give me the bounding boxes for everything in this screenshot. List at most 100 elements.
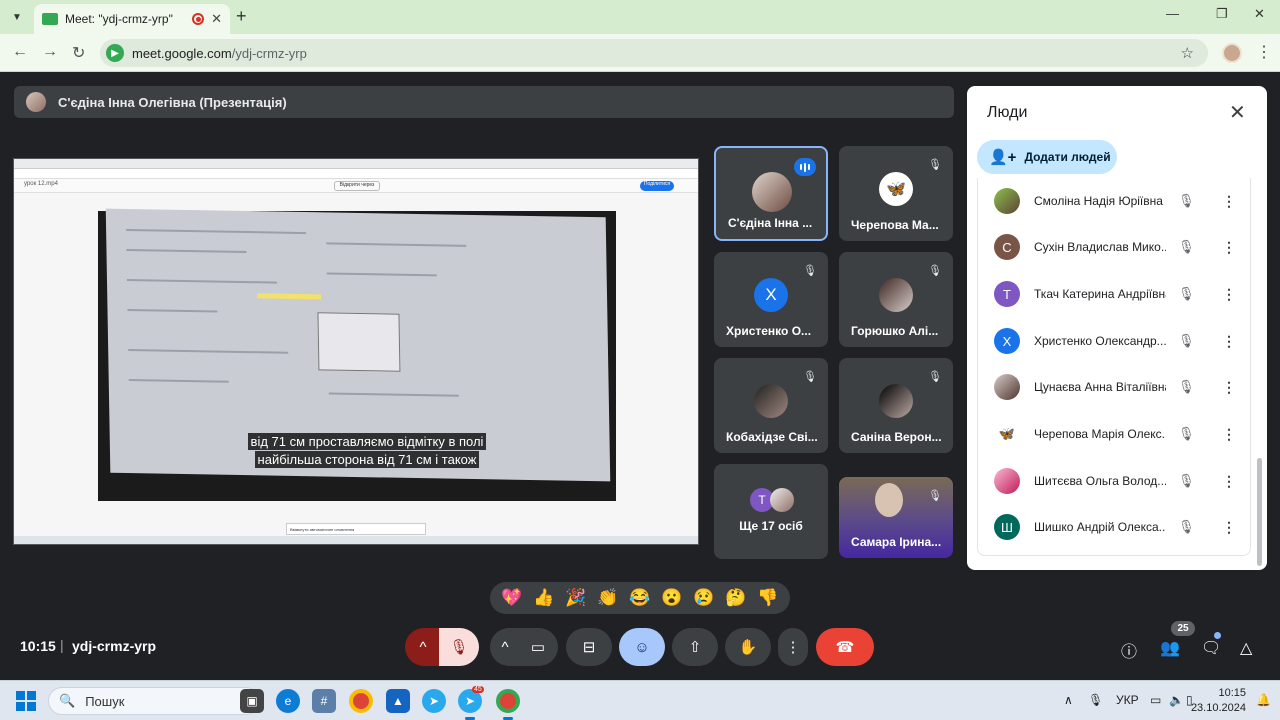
list-item[interactable]: С Сухін Владислав Мико... 🎙 ⋮: [978, 224, 1252, 270]
person-avatar: Т: [994, 281, 1020, 307]
shared-notice: Ввімкнути автоматичне оновлення: [286, 523, 426, 535]
participant-name: Кобахідзе Сві...: [726, 430, 818, 444]
window-close-icon[interactable]: ✕: [1254, 6, 1265, 22]
participant-tile[interactable]: 🎙 Кобахідзе Сві...: [714, 358, 828, 453]
person-name: Сухін Владислав Мико...: [1034, 240, 1166, 254]
more-options-icon[interactable]: ⋮: [1222, 193, 1236, 210]
language-indicator[interactable]: УКР: [1116, 693, 1139, 707]
shared-viewer-toolbar: урок 12.mp4 Відкрити через Поділитися: [14, 179, 698, 193]
telegram-badge: 45: [472, 686, 484, 693]
people-list-scrollbar[interactable]: [1257, 458, 1262, 566]
more-options-icon[interactable]: ⋮: [1222, 286, 1236, 303]
hang-up-icon: ☎: [835, 639, 855, 656]
presenter-bar: С'єдіна Інна Олегівна (Презентація): [14, 86, 954, 118]
list-item[interactable]: Ш Шишко Андрій Олекса... 🎙 ⋮: [978, 504, 1252, 550]
participant-tile[interactable]: С'єдіна Інна ...: [714, 146, 828, 241]
more-options-icon[interactable]: ⋮: [1222, 426, 1236, 443]
more-participants-tile[interactable]: Т Ще 17 осіб: [714, 464, 828, 559]
reaction-surprised-button[interactable]: 😮: [661, 588, 682, 608]
people-icon[interactable]: 👥: [1160, 638, 1180, 658]
forward-icon[interactable]: →: [42, 43, 58, 61]
reaction-thinking-button[interactable]: 🤔: [725, 588, 746, 608]
present-screen-button[interactable]: ⇧: [672, 628, 718, 666]
video-options-button[interactable]: ^: [490, 628, 520, 666]
minimize-icon[interactable]: —: [1166, 6, 1179, 21]
more-options-icon[interactable]: ⋮: [1222, 379, 1236, 396]
edge-icon[interactable]: e: [276, 689, 300, 713]
windows-start-icon[interactable]: [16, 691, 36, 711]
participant-tile[interactable]: 🎙 Горюшко Алі...: [839, 252, 953, 347]
site-info-icon[interactable]: ▶: [106, 44, 124, 62]
people-panel: Люди ✕ 👤+ Додати людей Смоліна Надія Юрі…: [967, 86, 1267, 570]
camera-icon: ▭: [530, 639, 546, 656]
tray-chevron-icon[interactable]: ∧: [1064, 693, 1073, 707]
task-view-icon[interactable]: ▣: [240, 689, 264, 713]
camera-toggle-button[interactable]: ▭: [518, 628, 558, 666]
list-item[interactable]: Шитєєва Ольга Волод... 🎙 ⋮: [978, 458, 1252, 504]
participant-tile[interactable]: 🎙 Саніна Верон...: [839, 358, 953, 453]
reload-icon[interactable]: ↻: [72, 43, 85, 63]
captions-button[interactable]: ⊟: [566, 628, 612, 666]
reaction-thumbs-down-button[interactable]: 👎: [757, 588, 778, 608]
mic-off-icon: 🎙: [1178, 519, 1195, 534]
tab-close-icon[interactable]: ✕: [211, 11, 222, 27]
more-vert-icon: ⋮: [785, 639, 801, 656]
list-item[interactable]: Х Христенко Олександр... 🎙 ⋮: [978, 318, 1252, 364]
leave-call-button[interactable]: ☎: [816, 628, 874, 666]
captions-icon: ⊟: [582, 639, 596, 656]
more-options-icon[interactable]: ⋮: [1222, 239, 1236, 256]
chrome-icon[interactable]: [349, 689, 373, 713]
list-item[interactable]: Цунаєва Анна Віталіївна 🎙 ⋮: [978, 364, 1252, 410]
close-panel-icon[interactable]: ✕: [1229, 100, 1246, 125]
participant-name: Христенко О...: [726, 324, 812, 338]
network-icon[interactable]: ▭: [1150, 693, 1161, 707]
person-name: Христенко Олександр...: [1034, 334, 1166, 348]
bookmark-star-icon[interactable]: ☆: [1181, 44, 1194, 62]
more-options-icon[interactable]: ⋮: [1222, 519, 1236, 536]
participant-tile[interactable]: 🦋 🎙 Черепова Ма...: [839, 146, 953, 241]
mic-off-icon: 🎙: [803, 264, 817, 277]
chrome-menu-icon[interactable]: ⋮: [1256, 42, 1272, 62]
caption-line-1: від 71 см проставляємо відмітку в полі: [247, 433, 487, 450]
calculator-icon[interactable]: #: [312, 689, 336, 713]
notifications-icon[interactable]: 🔔: [1256, 693, 1271, 707]
list-item[interactable]: Смоліна Надія Юріївна 🎙 ⋮: [978, 178, 1252, 224]
list-item[interactable]: 🦋 Черепова Марія Олекс... 🎙 ⋮: [978, 411, 1252, 457]
list-item[interactable]: Т Ткач Катерина Андріївна 🎙 ⋮: [978, 271, 1252, 317]
profile-avatar[interactable]: [1222, 43, 1242, 63]
taskbar-search[interactable]: 🔍 Пошук: [48, 687, 260, 715]
participant-video-tile[interactable]: 🎙 Самара Ірина...: [839, 477, 953, 558]
new-tab-icon[interactable]: +: [236, 6, 247, 27]
reaction-sad-button[interactable]: 😢: [693, 588, 714, 608]
maximize-icon[interactable]: ❐: [1216, 6, 1228, 22]
reaction-laugh-button[interactable]: 😂: [629, 588, 650, 608]
send-reaction-button[interactable]: ☺: [619, 628, 665, 666]
butterfly-icon: 🦋: [879, 172, 913, 206]
audio-options-button[interactable]: ^: [405, 628, 441, 666]
more-options-icon[interactable]: ⋮: [1222, 473, 1236, 490]
chrome-active-icon[interactable]: [496, 689, 520, 713]
address-bar[interactable]: ▶ meet.google.com/ydj-crmz-yrp ☆: [100, 39, 1208, 67]
browser-tab-meet[interactable]: Meet: "ydj-crmz-yrp" ✕: [34, 4, 230, 34]
chat-icon[interactable]: 🗨: [1201, 638, 1221, 658]
telegram-icon[interactable]: ➤: [422, 689, 446, 713]
reaction-thumbs-up-button[interactable]: 👍: [533, 588, 554, 608]
reaction-clap-button[interactable]: 👏: [597, 588, 618, 608]
add-people-button[interactable]: 👤+ Додати людей: [977, 140, 1117, 174]
activities-icon[interactable]: △: [1240, 638, 1252, 658]
more-options-icon[interactable]: ⋮: [1222, 333, 1236, 350]
back-icon[interactable]: ←: [12, 43, 28, 61]
meeting-info-icon[interactable]: ⓘ: [1121, 638, 1137, 662]
more-options-button[interactable]: ⋮: [778, 628, 808, 666]
reaction-party-button[interactable]: 🎉: [565, 588, 586, 608]
reaction-heart-button[interactable]: 💖: [501, 588, 522, 608]
app-icon[interactable]: ▲: [386, 689, 410, 713]
participant-tile[interactable]: Х 🎙 Христенко О...: [714, 252, 828, 347]
tab-search-chevron-icon[interactable]: ▼: [6, 6, 28, 28]
person-name: Цунаєва Анна Віталіївна: [1034, 380, 1166, 394]
microphone-toggle-button[interactable]: 🎙: [439, 628, 479, 666]
video-dialog-box: [317, 312, 401, 372]
microphone-tray-icon[interactable]: 🎙: [1088, 693, 1103, 707]
taskbar-clock[interactable]: 10:15 23.10.2024: [1180, 686, 1246, 716]
raise-hand-button[interactable]: ✋: [725, 628, 771, 666]
